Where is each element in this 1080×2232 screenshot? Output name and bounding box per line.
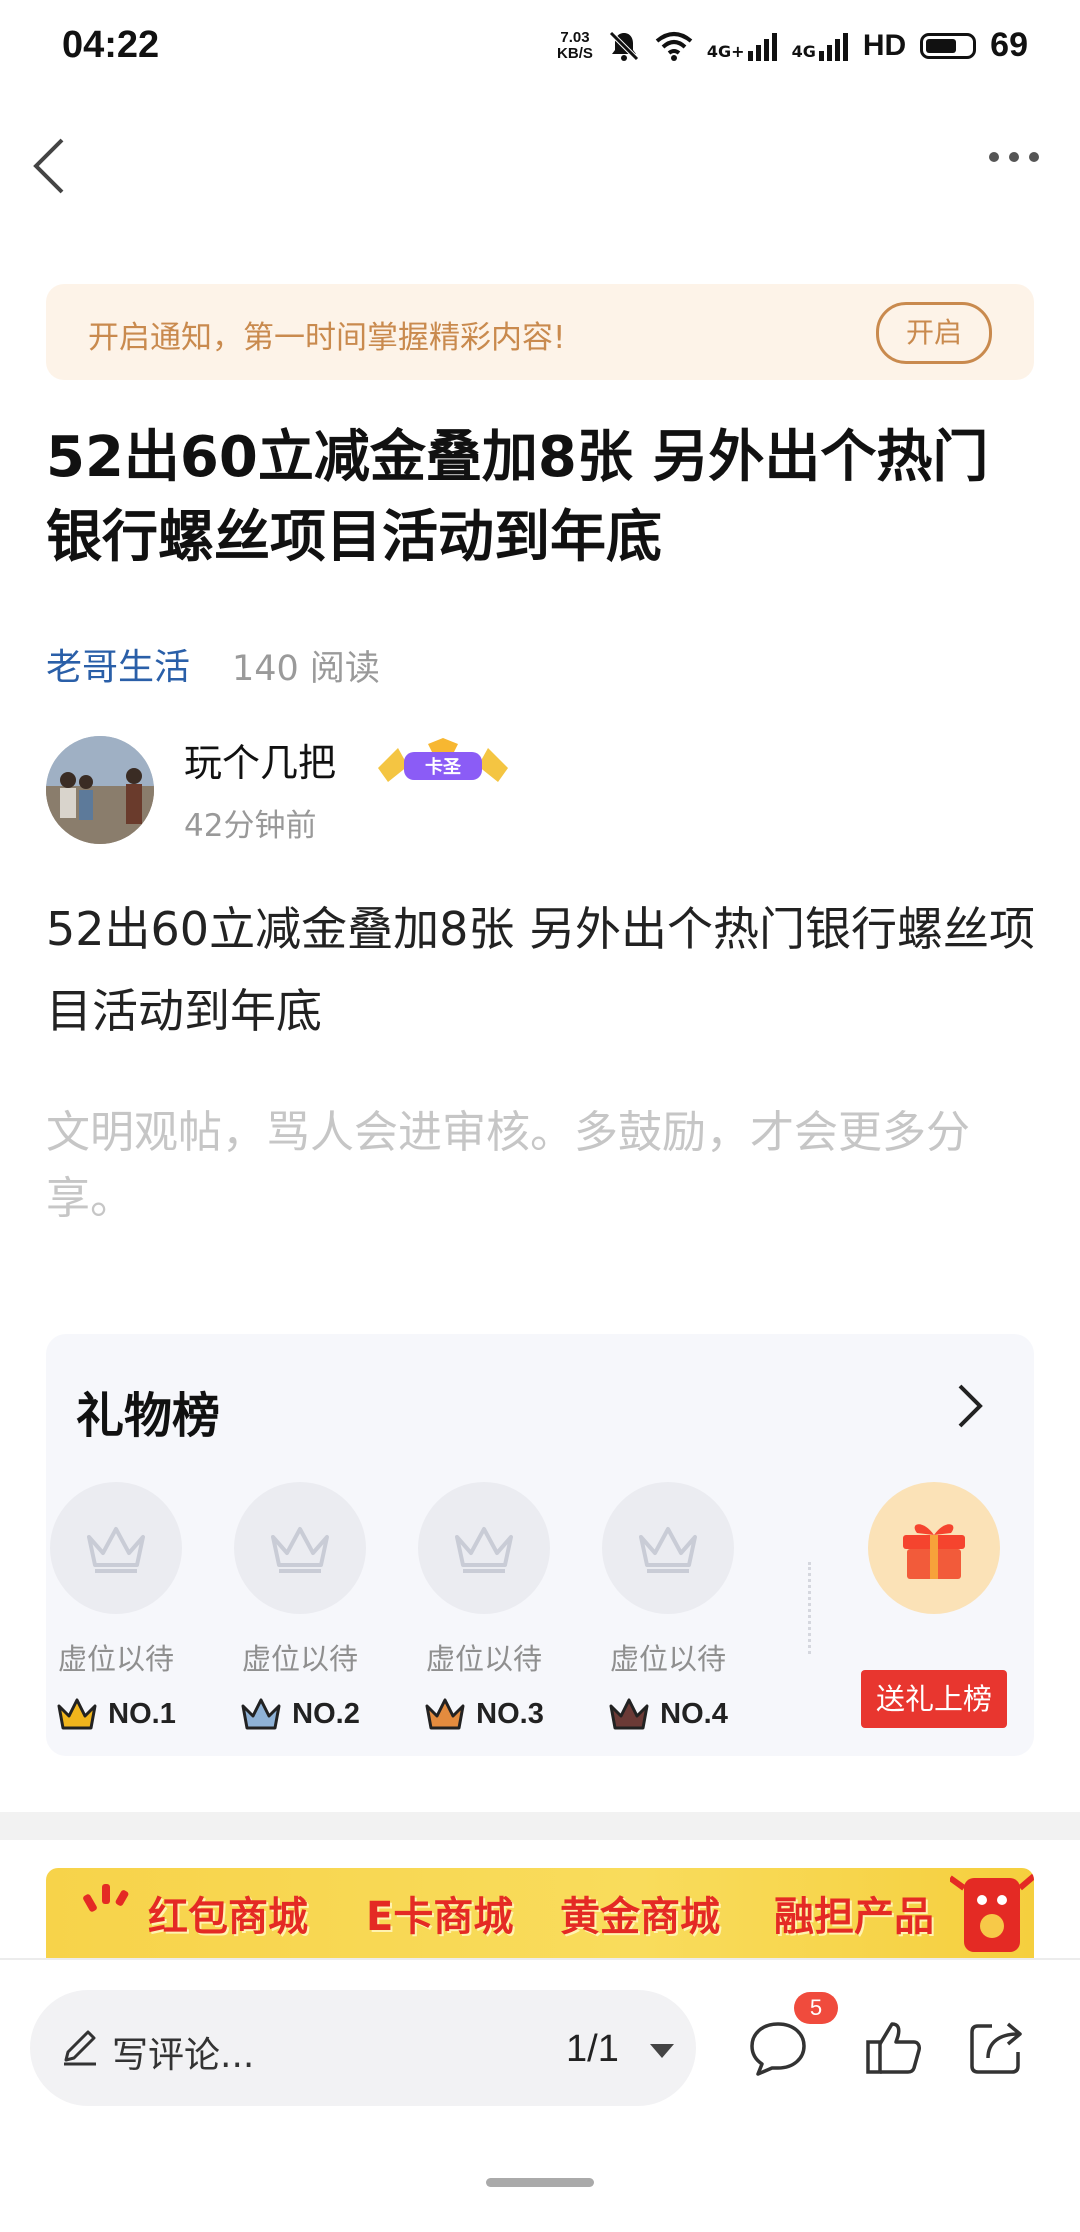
gift-board-title: 礼物榜 [76, 1388, 221, 1444]
rank-crown-dark-icon [609, 1698, 649, 1730]
signal-bars-2-icon [818, 32, 848, 61]
hd-label: HD [862, 28, 907, 62]
slot-rank: NO.4 [598, 1696, 738, 1732]
status-icons: 7.03 KB/S 4G+ 4G HD 69 [557, 26, 1028, 65]
comment-input[interactable]: 写评论... 1/1 [30, 1990, 696, 2106]
dotted-divider [808, 1562, 811, 1654]
gift-slot-4[interactable]: 虚位以待 NO.4 [598, 1482, 738, 1732]
slot-rank: NO.2 [230, 1696, 370, 1732]
crown-outline-icon [639, 1527, 697, 1573]
comment-count-badge: 5 [794, 1992, 838, 2024]
slot-label: 虚位以待 [57, 1642, 174, 1676]
rank-label: NO.2 [292, 1697, 360, 1730]
rank-crown-gold-icon [57, 1698, 97, 1730]
badge-text: 卡圣 [425, 756, 462, 778]
read-count: 140 阅读 [232, 649, 380, 689]
channel-link[interactable]: 老哥生活 [46, 638, 190, 690]
signal-icon-2: 4G [792, 31, 849, 61]
gift-slot-3[interactable]: 虚位以待 NO.3 [414, 1482, 554, 1732]
gift-board: 礼物榜 虚位以待 NO.1 虚位以待 NO.2 虚位以待 NO.3 虚位以待 N… [46, 1334, 1034, 1756]
empty-slot-avatar [418, 1482, 550, 1614]
article-body: 52出60立减金叠加8张 另外出个热门银行螺丝项目活动到年底 [46, 902, 1035, 1038]
rank-crown-silver-icon [241, 1698, 281, 1730]
crown-outline-icon [455, 1527, 513, 1573]
empty-slot-avatar [234, 1482, 366, 1614]
slot-label: 虚位以待 [425, 1642, 542, 1676]
promo-item-2[interactable]: E卡商城 [366, 1884, 513, 1942]
signal-bars-1-icon [747, 32, 777, 61]
wifi-icon [655, 31, 693, 61]
author-name[interactable]: 玩个几把 [184, 732, 336, 787]
promo-banner[interactable]: 红包商城 E卡商城 黄金商城 融担产品 [46, 1868, 1034, 1960]
home-indicator[interactable] [486, 2178, 594, 2187]
signal2-label: 4G [791, 41, 816, 61]
rank-label: NO.3 [476, 1697, 544, 1730]
crown-outline-icon [271, 1527, 329, 1573]
gift-slot-2[interactable]: 虚位以待 NO.2 [230, 1482, 370, 1732]
article-title: 52出60立减金叠加8张 另外出个热门银行螺丝项目活动到年底 [46, 425, 989, 570]
rank-label: NO.1 [108, 1697, 176, 1730]
mute-bell-icon [609, 30, 639, 61]
slot-label: 虚位以待 [241, 1642, 358, 1676]
promo-item-4[interactable]: 融担产品 [774, 1884, 934, 1942]
battery-level: 69 [990, 26, 1028, 64]
gift-box-icon [903, 1524, 965, 1579]
net-speed-unit: KB/S [557, 44, 593, 62]
empty-slot-avatar [50, 1482, 182, 1614]
gift-button[interactable] [868, 1482, 1000, 1614]
avatar-photo [46, 736, 154, 844]
gift-slot-1[interactable]: 虚位以待 NO.1 [46, 1482, 186, 1732]
more-icon[interactable] [988, 150, 1040, 164]
sparkle-icon [83, 1884, 129, 1912]
avatar[interactable] [46, 736, 154, 844]
bottom-action-bar: 写评论... 1/1 5 [0, 1960, 1080, 2232]
back-icon[interactable] [30, 136, 70, 196]
slot-rank: NO.3 [414, 1696, 554, 1732]
section-separator [0, 1812, 1080, 1840]
chevron-right-icon[interactable] [950, 1378, 990, 1434]
promo-item-1[interactable]: 红包商城 [148, 1884, 308, 1942]
signal1-label: 4G+ [706, 41, 745, 61]
net-speed: 7.03 KB/S [557, 28, 593, 62]
caret-down-icon[interactable] [650, 2044, 674, 2058]
signal-icon-1: 4G+ [707, 31, 778, 61]
status-time: 04:22 [62, 24, 160, 66]
comment-icon[interactable] [748, 2018, 808, 2078]
civility-hint: 文明观帖，骂人会进审核。多鼓励，才会更多分享。 [46, 1107, 970, 1224]
net-speed-value: 7.03 [560, 28, 590, 46]
crown-badge-icon: 卡圣 [378, 738, 508, 782]
empty-slot-avatar [602, 1482, 734, 1614]
notification-banner: 开启通知，第一时间掌握精彩内容! 开启 [46, 284, 1034, 380]
enable-notification-button[interactable]: 开启 [876, 302, 992, 364]
rank-crown-bronze-icon [425, 1698, 465, 1730]
notification-text: 开启通知，第一时间掌握精彩内容! [88, 320, 566, 356]
send-gift-button[interactable]: 送礼上榜 [861, 1670, 1007, 1728]
rank-label: NO.4 [660, 1697, 728, 1730]
page-indicator[interactable]: 1/1 [566, 2028, 619, 2071]
slot-rank: NO.1 [46, 1696, 186, 1732]
crown-outline-icon [87, 1527, 145, 1573]
share-icon[interactable] [966, 2018, 1026, 2078]
slot-label: 虚位以待 [609, 1642, 726, 1676]
pencil-icon [64, 2030, 96, 2066]
post-time: 42分钟前 [184, 808, 317, 844]
comment-placeholder: 写评论... [112, 2035, 255, 2076]
red-envelope-mascot-icon [950, 1873, 1034, 1952]
promo-item-3[interactable]: 黄金商城 [560, 1884, 720, 1942]
battery-icon [920, 32, 977, 59]
like-thumb-icon[interactable] [864, 2018, 924, 2078]
